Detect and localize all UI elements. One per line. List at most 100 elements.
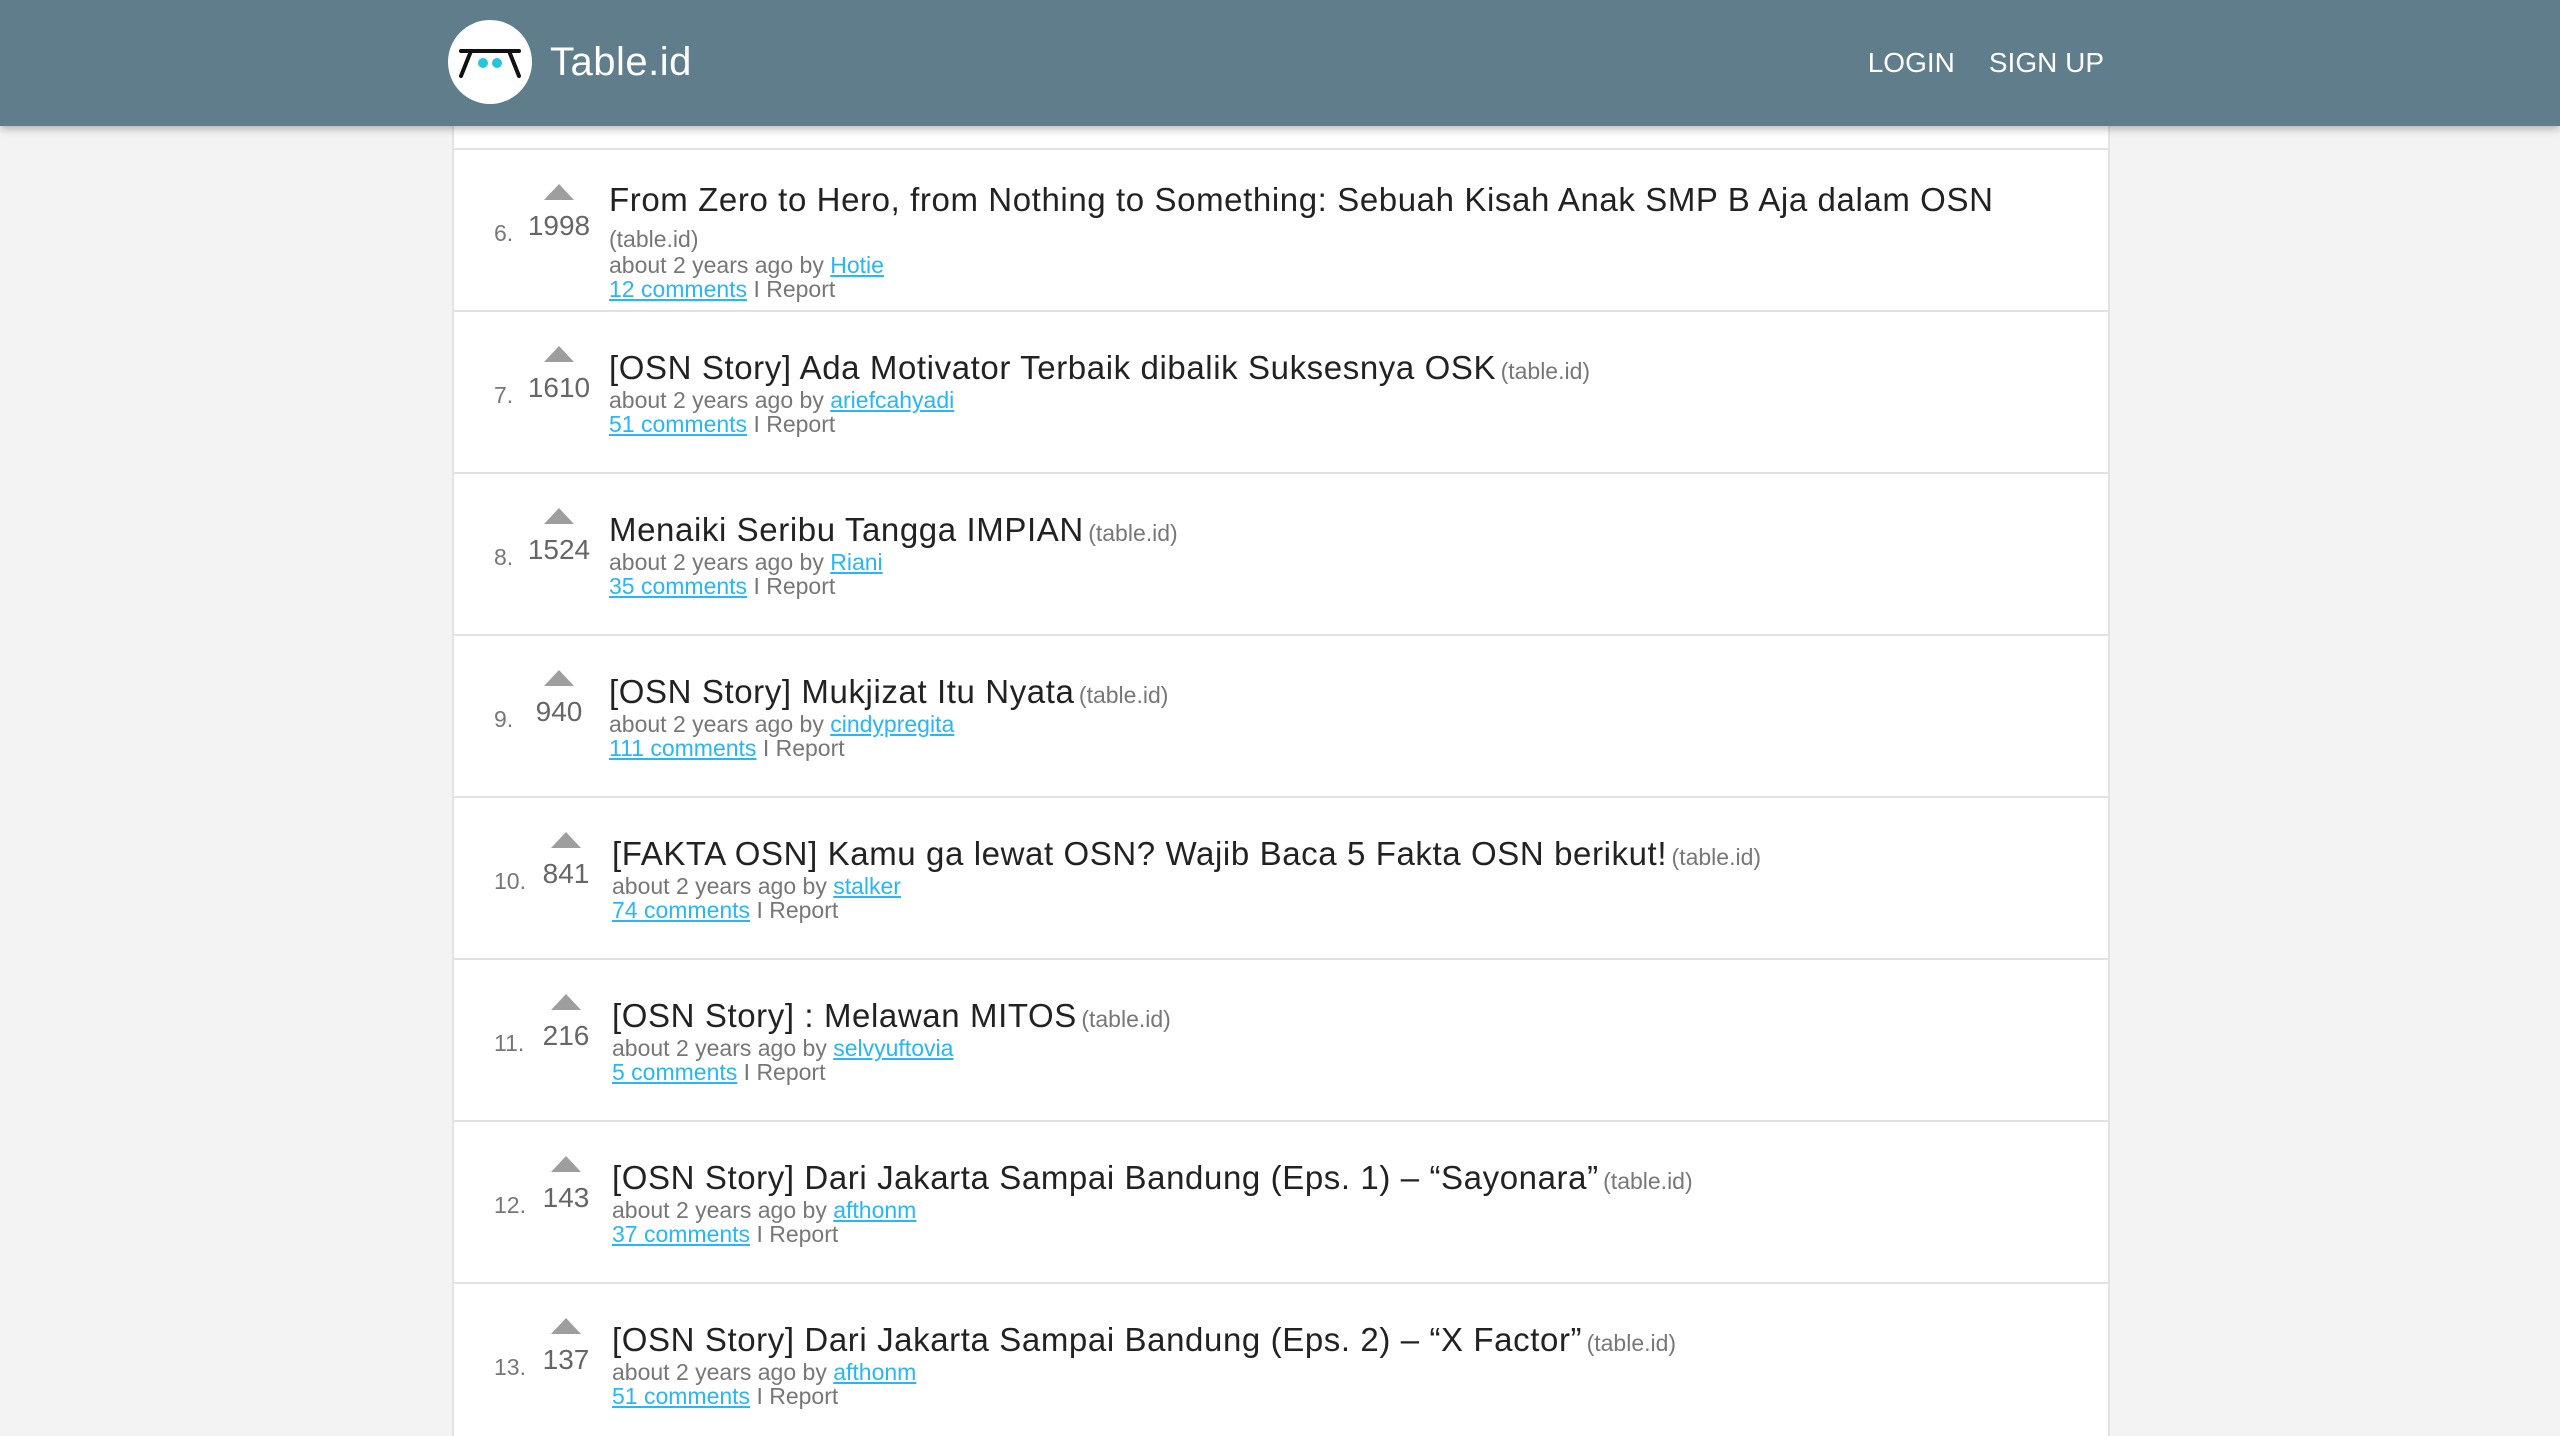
post-score: 143	[542, 1182, 590, 1213]
post-comments-link[interactable]: 12 comments	[609, 276, 747, 302]
brand-name[interactable]: Table.id	[550, 40, 692, 85]
post-author-link[interactable]: afthonm	[833, 1359, 916, 1385]
login-link[interactable]: LOGIN	[1868, 47, 1955, 79]
brand[interactable]: Table.id	[448, 20, 692, 104]
post-rank: 7.	[494, 382, 514, 408]
post-report-link[interactable]: Report	[769, 1221, 838, 1247]
post-age: about 2 years ago by	[612, 1359, 827, 1385]
post-comments-link[interactable]: 37 comments	[612, 1221, 750, 1247]
post-item: 10. 841 [FAKTA OSN] Kamu ga lewat OSN? Waj…	[454, 798, 2108, 960]
post-comments-link[interactable]: 74 comments	[612, 897, 750, 923]
post-title-link[interactable]: [OSN Story] Dari Jakarta Sampai Bandung …	[612, 1321, 1582, 1358]
post-score: 841	[542, 858, 590, 889]
post-content: [FAKTA OSN] Kamu ga lewat OSN? Wajib Bac…	[612, 834, 2088, 922]
upvote-arrow-icon[interactable]	[544, 670, 574, 686]
vote-widget: 1998	[527, 184, 591, 242]
post-domain: (table.id)	[1500, 358, 1591, 384]
upvote-arrow-icon[interactable]	[551, 832, 581, 848]
post-item: 13. 137 [OSN Story] Dari Jakarta Sampai Ba…	[454, 1284, 2108, 1436]
post-report-link[interactable]: Report	[766, 573, 835, 599]
action-divider: I	[756, 1221, 763, 1247]
signup-link[interactable]: SIGN UP	[1989, 47, 2104, 79]
upvote-arrow-icon[interactable]	[551, 994, 581, 1010]
post-item: 6. 1998 From Zero to Hero, from Nothing to…	[454, 150, 2108, 312]
post-title-link[interactable]: From Zero to Hero, from Nothing to Somet…	[609, 181, 1994, 218]
post-comments-link[interactable]: 51 comments	[612, 1383, 750, 1409]
post-title-line: [OSN Story] Ada Motivator Terbaik dibali…	[609, 348, 2088, 388]
post-title-link[interactable]: [OSN Story] Ada Motivator Terbaik dibali…	[609, 349, 1496, 386]
upvote-arrow-icon[interactable]	[544, 346, 574, 362]
post-author-link[interactable]: stalker	[833, 873, 901, 899]
vote-widget: 216	[534, 994, 598, 1052]
post-content: [OSN Story] : Melawan MITOS (table.id) ab…	[612, 996, 2088, 1084]
post-comments-link[interactable]: 5 comments	[612, 1059, 737, 1085]
upvote-arrow-icon[interactable]	[544, 184, 574, 200]
post-title-line: [OSN Story] : Melawan MITOS (table.id)	[612, 996, 2088, 1036]
post-actions: 51 comments I Report	[612, 1384, 2088, 1408]
post-comments-link[interactable]: 51 comments	[609, 411, 747, 437]
post-actions: 111 comments I Report	[609, 736, 2088, 760]
action-divider: I	[762, 735, 770, 761]
post-list: 6. 1998 From Zero to Hero, from Nothing to…	[452, 126, 2110, 1436]
post-comments-link[interactable]: 111 comments	[609, 735, 756, 761]
post-domain: (table.id)	[1078, 682, 1169, 708]
post-title-link[interactable]: Menaiki Seribu Tangga IMPIAN	[609, 511, 1084, 548]
post-report-link[interactable]: Report	[769, 1383, 838, 1409]
post-author-link[interactable]: ariefcahyadi	[830, 387, 954, 413]
post-rank: 10.	[494, 868, 526, 894]
post-rank: 13.	[494, 1354, 526, 1380]
post-actions: 51 comments I Report	[609, 412, 2088, 436]
post-meta: about 2 years ago by afthonm	[612, 1360, 2088, 1384]
post-meta: about 2 years ago by ariefcahyadi	[609, 388, 2088, 412]
post-actions: 12 comments I Report	[609, 277, 2088, 301]
post-author-link[interactable]: afthonm	[833, 1197, 916, 1223]
post-content: [OSN Story] Dari Jakarta Sampai Bandung …	[612, 1158, 2088, 1246]
table-logo-icon[interactable]	[448, 20, 532, 104]
post-content: [OSN Story] Mukjizat Itu Nyata (table.id…	[609, 672, 2088, 760]
action-divider: I	[753, 573, 760, 599]
post-domain: (table.id)	[1671, 844, 1762, 870]
action-divider: I	[756, 897, 763, 923]
post-author-link[interactable]: Hotie	[830, 252, 884, 278]
post-title-line: [OSN Story] Dari Jakarta Sampai Bandung …	[612, 1320, 2088, 1360]
post-title-line: [FAKTA OSN] Kamu ga lewat OSN? Wajib Bac…	[612, 834, 2088, 874]
post-domain: (table.id)	[1088, 520, 1178, 546]
post-rank: 9.	[494, 706, 514, 732]
post-actions: 35 comments I Report	[609, 574, 2088, 598]
post-title-link[interactable]: [FAKTA OSN] Kamu ga lewat OSN? Wajib Bac…	[612, 835, 1667, 872]
post-report-link[interactable]: Report	[766, 411, 835, 437]
post-title-line: [OSN Story] Mukjizat Itu Nyata (table.id…	[609, 672, 2088, 712]
post-domain: (table.id)	[1081, 1006, 1171, 1032]
post-score: 1524	[527, 534, 591, 565]
post-author-link[interactable]: cindypregita	[830, 711, 954, 737]
post-title-line: Menaiki Seribu Tangga IMPIAN (table.id)	[609, 510, 2088, 550]
vote-widget: 841	[534, 832, 598, 890]
post-rank: 12.	[494, 1192, 526, 1218]
post-title-line: [OSN Story] Dari Jakarta Sampai Bandung …	[612, 1158, 2088, 1198]
post-age: about 2 years ago by	[609, 549, 824, 575]
post-domain: (table.id)	[1586, 1330, 1677, 1356]
upvote-arrow-icon[interactable]	[551, 1318, 581, 1334]
post-score: 1610	[527, 372, 591, 403]
post-age: about 2 years ago by	[612, 1035, 827, 1061]
post-content: [OSN Story] Ada Motivator Terbaik dibali…	[609, 348, 2088, 436]
post-author-link[interactable]: Riani	[830, 549, 882, 575]
post-comments-link[interactable]: 35 comments	[609, 573, 747, 599]
post-score: 216	[542, 1020, 590, 1051]
vote-widget: 1610	[527, 346, 591, 404]
post-meta: about 2 years ago by stalker	[612, 874, 2088, 898]
post-title-link[interactable]: [OSN Story] Dari Jakarta Sampai Bandung …	[612, 1159, 1599, 1196]
post-title-link[interactable]: [OSN Story] : Melawan MITOS	[612, 997, 1077, 1034]
post-title-link[interactable]: [OSN Story] Mukjizat Itu Nyata	[609, 673, 1074, 710]
upvote-arrow-icon[interactable]	[544, 508, 574, 524]
vote-widget: 1524	[527, 508, 591, 566]
post-report-link[interactable]: Report	[766, 276, 835, 302]
post-report-link[interactable]: Report	[756, 1059, 825, 1085]
upvote-arrow-icon[interactable]	[551, 1156, 581, 1172]
action-divider: I	[756, 1383, 763, 1409]
post-age: about 2 years ago by	[609, 252, 824, 278]
post-report-link[interactable]: Report	[769, 897, 838, 923]
post-author-link[interactable]: selvyuftovia	[833, 1035, 953, 1061]
post-content: [OSN Story] Dari Jakarta Sampai Bandung …	[612, 1320, 2088, 1408]
post-report-link[interactable]: Report	[776, 735, 845, 761]
